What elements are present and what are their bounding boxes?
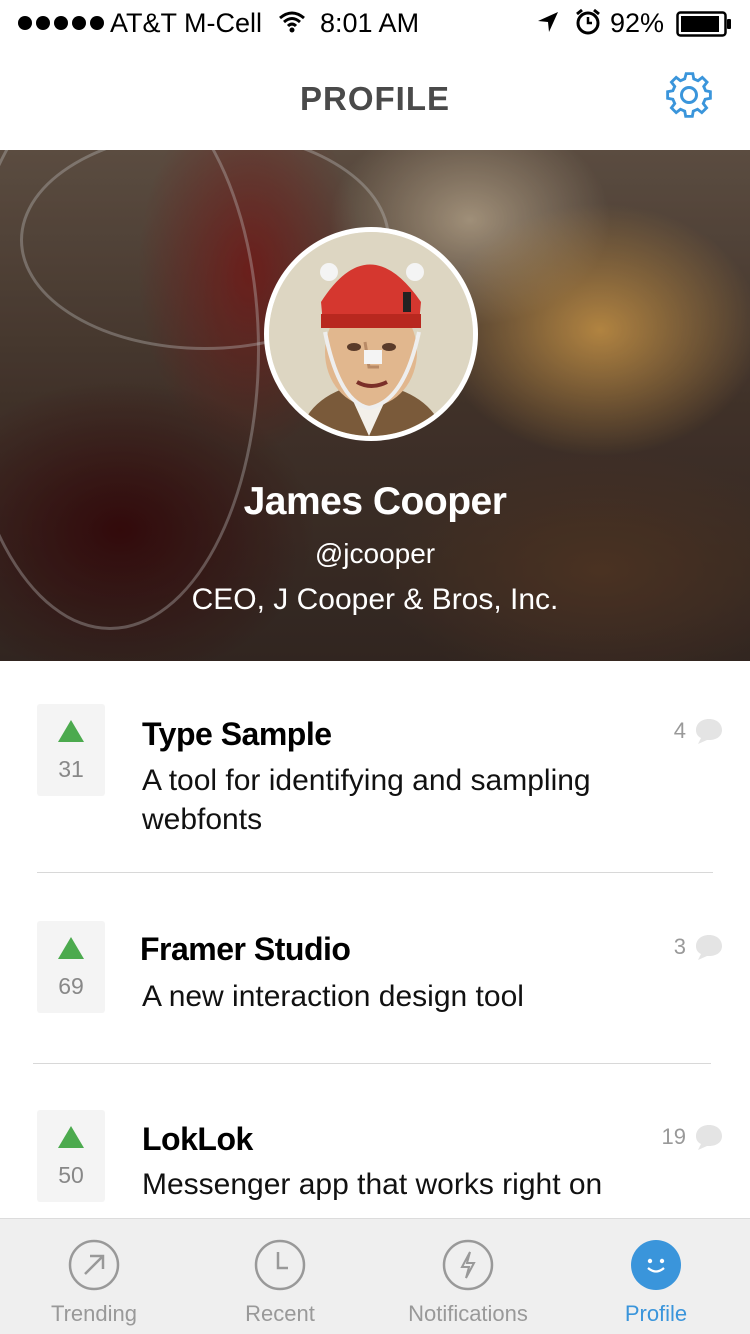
- post-description: A tool for identifying and sampling webf…: [142, 764, 591, 836]
- tab-bar: Trending Recent Notifications Profile: [0, 1218, 750, 1334]
- list-item[interactable]: 50 LokLok Messenger app that works right…: [0, 1064, 750, 1218]
- wifi-icon: [279, 11, 305, 33]
- list-item[interactable]: 69 Framer Studio A new interaction desig…: [0, 873, 750, 1063]
- battery-icon: [676, 11, 731, 37]
- avatar[interactable]: [264, 227, 478, 441]
- upvote-arrow-icon: [58, 937, 84, 959]
- vote-count: 31: [58, 756, 84, 782]
- post-description: A new interaction design tool: [142, 980, 524, 1013]
- tab-label: Recent: [245, 1301, 315, 1326]
- tab-profile[interactable]: Profile: [562, 1219, 750, 1334]
- comment-count-button[interactable]: 3: [674, 933, 724, 961]
- comment-count-button[interactable]: 4: [674, 717, 724, 745]
- speech-bubble-icon: [696, 935, 722, 960]
- upvote-arrow-icon: [58, 1126, 84, 1148]
- alarm-clock-icon: [576, 8, 600, 35]
- comment-count: 3: [673, 934, 686, 959]
- speech-bubble-icon: [696, 1125, 722, 1150]
- profile-job-title: CEO, J Cooper & Bros, Inc.: [191, 583, 559, 616]
- post-title[interactable]: Type Sample: [142, 716, 332, 753]
- settings-gear-icon[interactable]: [664, 70, 714, 120]
- avatar-portrait: [269, 232, 473, 436]
- upvote-button[interactable]: 31: [37, 704, 105, 796]
- vote-count: 69: [58, 973, 84, 999]
- vote-count: 50: [58, 1162, 84, 1188]
- battery-percentage: 92%: [610, 8, 665, 38]
- lightning-icon: [442, 1239, 494, 1291]
- tab-notifications[interactable]: Notifications: [374, 1219, 562, 1334]
- carrier-name: AT&T M-Cell: [110, 8, 263, 38]
- clock-icon: [254, 1239, 306, 1291]
- upvote-button[interactable]: 69: [37, 921, 105, 1013]
- comment-count: 4: [673, 718, 686, 743]
- upvote-button[interactable]: 50: [37, 1110, 105, 1202]
- location-arrow-icon: [538, 12, 558, 32]
- tab-trending[interactable]: Trending: [0, 1219, 188, 1334]
- upvote-arrow-icon: [58, 720, 84, 742]
- post-title[interactable]: LokLok: [142, 1121, 253, 1158]
- profile-name: James Cooper: [243, 480, 507, 523]
- tab-label: Trending: [50, 1301, 137, 1326]
- tab-recent[interactable]: Recent: [186, 1219, 374, 1334]
- post-title[interactable]: Framer Studio: [140, 931, 351, 968]
- trending-arrow-icon: [68, 1239, 120, 1291]
- signal-strength-icon: [18, 16, 104, 30]
- post-description: Messenger app that works right on: [142, 1168, 603, 1201]
- nav-header: PROFILE: [0, 48, 750, 150]
- tab-label: Notifications: [408, 1301, 528, 1326]
- speech-bubble-icon: [696, 719, 722, 744]
- comment-count-button[interactable]: 19: [662, 1123, 724, 1151]
- smiley-icon: [631, 1240, 681, 1290]
- profile-hero: James Cooper @jcooper CEO, J Cooper & Br…: [0, 150, 750, 661]
- tab-label: Profile: [624, 1301, 688, 1326]
- profile-handle[interactable]: @jcooper: [0, 538, 750, 570]
- status-bar: AT&T M-Cell 8:01 AM 92%: [0, 0, 750, 48]
- comment-count: 19: [661, 1124, 686, 1149]
- clock-time: 8:01 AM: [320, 8, 420, 38]
- page-title: PROFILE: [299, 80, 450, 117]
- post-list: 31 Type Sample A tool for identifying an…: [0, 661, 750, 1218]
- list-item[interactable]: 31 Type Sample A tool for identifying an…: [0, 661, 750, 873]
